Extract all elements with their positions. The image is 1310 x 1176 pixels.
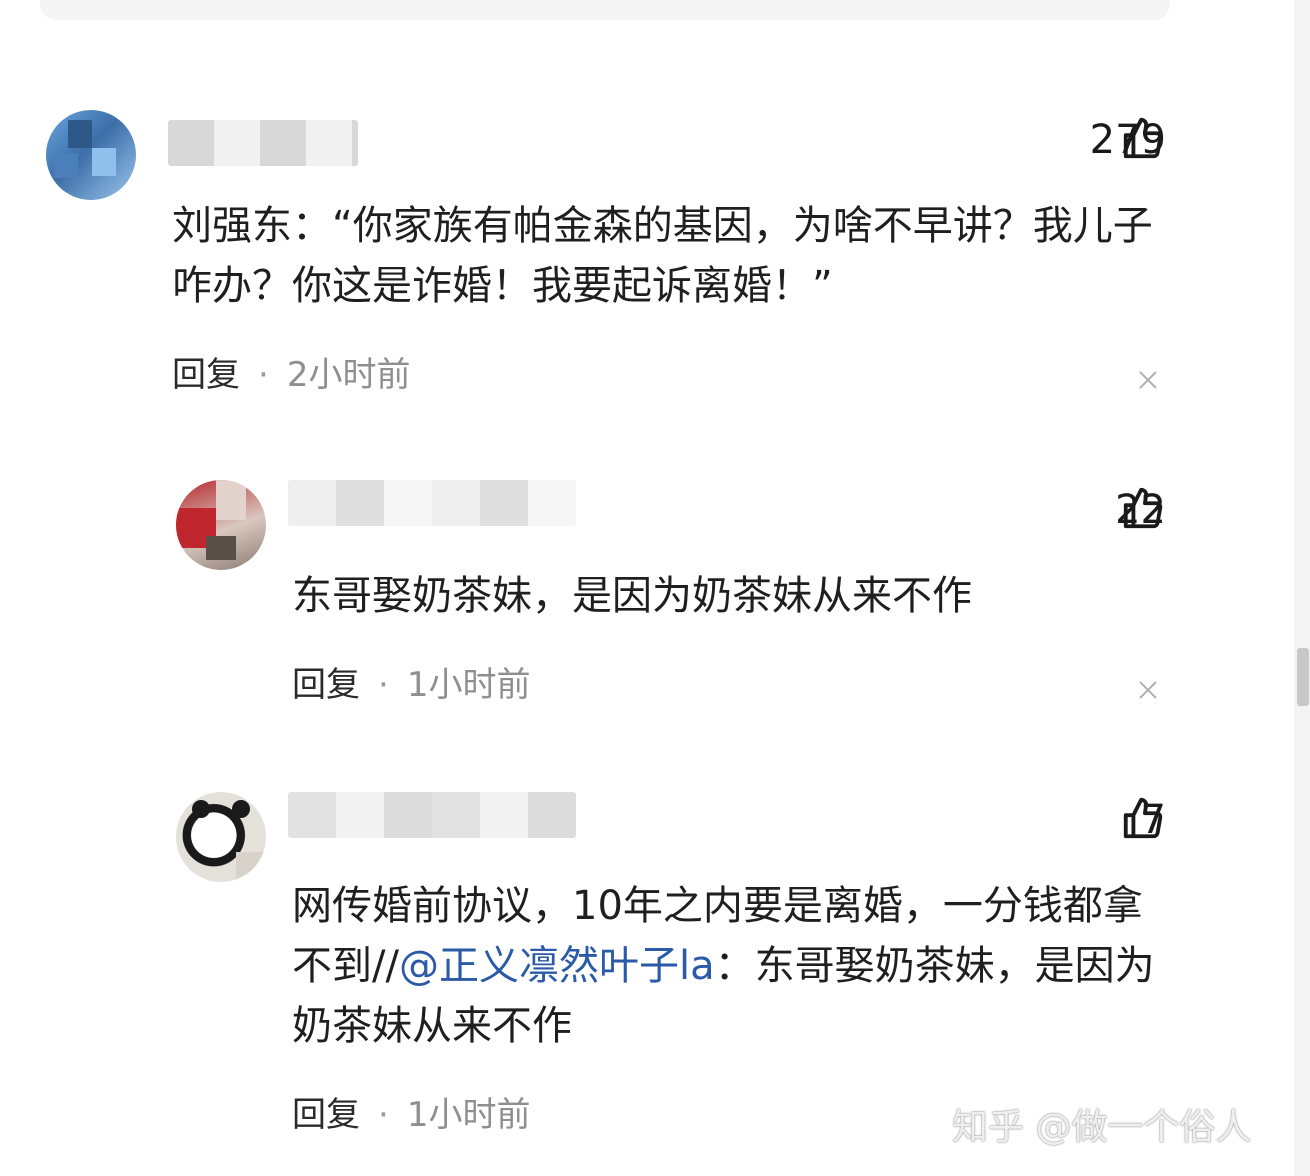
avatar-2[interactable] [176, 480, 266, 570]
previous-comment-card [40, 0, 1170, 20]
timestamp-3: 1小时前 [406, 1095, 531, 1135]
comment-meta-2: 回复 · 1小时前 [292, 660, 530, 710]
comment-meta-1: 回复 · 2小时前 [172, 350, 410, 400]
reply-button-2[interactable]: 回复 [292, 665, 360, 705]
thumbs-up-icon[interactable] [1120, 796, 1166, 842]
avatar-1[interactable] [46, 110, 136, 200]
scrollbar-thumb[interactable] [1297, 648, 1309, 706]
avatar-3[interactable] [176, 792, 266, 882]
reply-button-3[interactable]: 回复 [292, 1095, 360, 1135]
meta-separator: · [378, 1095, 389, 1135]
comment-text-2: 东哥娶奶茶妹，是因为奶茶妹从来不作 [292, 573, 972, 619]
zhihu-watermark: 知乎 @做一个俗人 [952, 1107, 1252, 1148]
reply-button-1[interactable]: 回复 [172, 355, 240, 395]
username-blurred-1[interactable] [168, 120, 358, 166]
timestamp-1: 2小时前 [286, 355, 411, 395]
meta-separator: · [378, 665, 389, 705]
comment-meta-3: 回复 · 1小时前 [292, 1090, 530, 1140]
mention-link[interactable]: @正义凛然叶子la [399, 943, 715, 989]
thumbs-up-icon[interactable] [1120, 486, 1166, 532]
username-blurred-2[interactable] [288, 480, 576, 526]
comment-text-1: 刘强东：“你家族有帕金森的基因，为啥不早讲？我儿子咋办？你这是诈婚！我要起诉离婚… [172, 203, 1153, 309]
username-blurred-3[interactable] [288, 792, 576, 838]
thumbs-up-icon[interactable] [1120, 116, 1166, 162]
meta-separator: · [258, 355, 269, 395]
timestamp-2: 1小时前 [406, 665, 531, 705]
comment-text-3: 网传婚前协议，10年之内要是离婚，一分钱都拿不到//@正义凛然叶子la：东哥娶奶… [292, 876, 1172, 1056]
close-icon[interactable] [1136, 678, 1160, 702]
scrollbar-track[interactable] [1294, 0, 1310, 1176]
close-icon[interactable] [1136, 368, 1160, 392]
